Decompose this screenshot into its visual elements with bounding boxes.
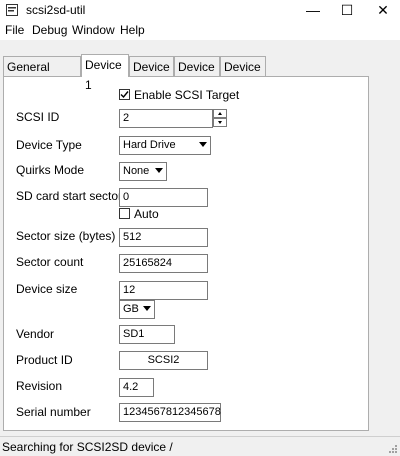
minimize-button[interactable]: — <box>296 0 330 21</box>
chevron-down-icon <box>143 306 151 311</box>
device-type-label: Device Type <box>16 138 82 152</box>
tab-device-4[interactable]: Device 4 <box>220 56 266 94</box>
resize-grip-icon[interactable] <box>388 444 398 454</box>
auto-label: Auto <box>134 207 159 221</box>
vendor-field[interactable]: SD1 <box>119 325 175 344</box>
quirks-mode-value: None <box>123 165 150 177</box>
scsi-id-field[interactable]: 2 <box>119 109 213 128</box>
auto-checkbox[interactable] <box>119 208 130 219</box>
menu-window[interactable]: Window <box>72 23 115 37</box>
chevron-down-icon <box>199 142 207 147</box>
arrow-down-icon <box>218 121 222 124</box>
quirks-mode-label: Quirks Mode <box>16 163 85 177</box>
sector-size-field[interactable]: 512 <box>119 228 208 247</box>
check-icon <box>120 91 129 99</box>
status-text: Searching for SCSI2SD device / <box>2 440 173 454</box>
device-type-value: Hard Drive <box>123 139 176 151</box>
title-bar: scsi2sd-util — ☐ ✕ <box>0 0 400 22</box>
enable-scsi-target-label: Enable SCSI Target <box>134 88 240 102</box>
side-strip <box>372 76 400 436</box>
sector-count-field[interactable]: 25165824 <box>119 254 208 273</box>
arrow-up-icon <box>218 112 222 115</box>
status-bar: Searching for SCSI2SD device / <box>0 436 400 456</box>
menu-file[interactable]: File <box>5 23 24 37</box>
tab-device-3[interactable]: Device 3 <box>174 56 220 94</box>
sector-size-label: Sector size (bytes) <box>16 229 116 243</box>
serial-number-field[interactable]: 1234567812345678 <box>119 403 221 422</box>
serial-number-label: Serial number <box>16 405 91 419</box>
scsi-id-spin-down[interactable] <box>213 118 227 127</box>
device-size-field[interactable]: 12 <box>119 281 208 300</box>
revision-field[interactable]: 4.2 <box>119 378 154 397</box>
sector-count-label: Sector count <box>16 255 84 269</box>
device-size-label: Device size <box>16 282 78 296</box>
quirks-mode-select[interactable]: None <box>119 162 167 181</box>
scsi-id-label: SCSI ID <box>16 110 60 124</box>
start-sector-label: SD card start sector <box>16 189 123 203</box>
tab-general-settings[interactable]: General Settings <box>3 56 81 94</box>
product-id-label: Product ID <box>16 353 73 367</box>
device-size-unit-value: GB <box>123 303 139 315</box>
scsi-id-spin-up[interactable] <box>213 109 227 118</box>
device-size-unit-select[interactable]: GB <box>119 300 155 319</box>
menu-debug[interactable]: Debug <box>32 23 67 37</box>
close-button[interactable]: ✕ <box>366 0 400 21</box>
app-icon <box>6 4 18 16</box>
window-title: scsi2sd-util <box>26 3 86 17</box>
chevron-down-icon <box>155 168 163 173</box>
menu-help[interactable]: Help <box>120 23 145 37</box>
enable-scsi-target-checkbox[interactable] <box>119 89 130 100</box>
start-sector-field[interactable]: 0 <box>119 188 208 207</box>
tab-device-2[interactable]: Device 2 <box>129 56 174 94</box>
maximize-button[interactable]: ☐ <box>330 0 364 21</box>
revision-label: Revision <box>16 379 63 393</box>
menu-bar: File Debug Window Help <box>0 21 400 41</box>
tab-device-1[interactable]: Device 1 <box>81 54 129 92</box>
device-type-select[interactable]: Hard Drive <box>119 136 211 155</box>
vendor-label: Vendor <box>16 327 55 341</box>
product-id-field[interactable]: SCSI2 <box>119 351 208 370</box>
